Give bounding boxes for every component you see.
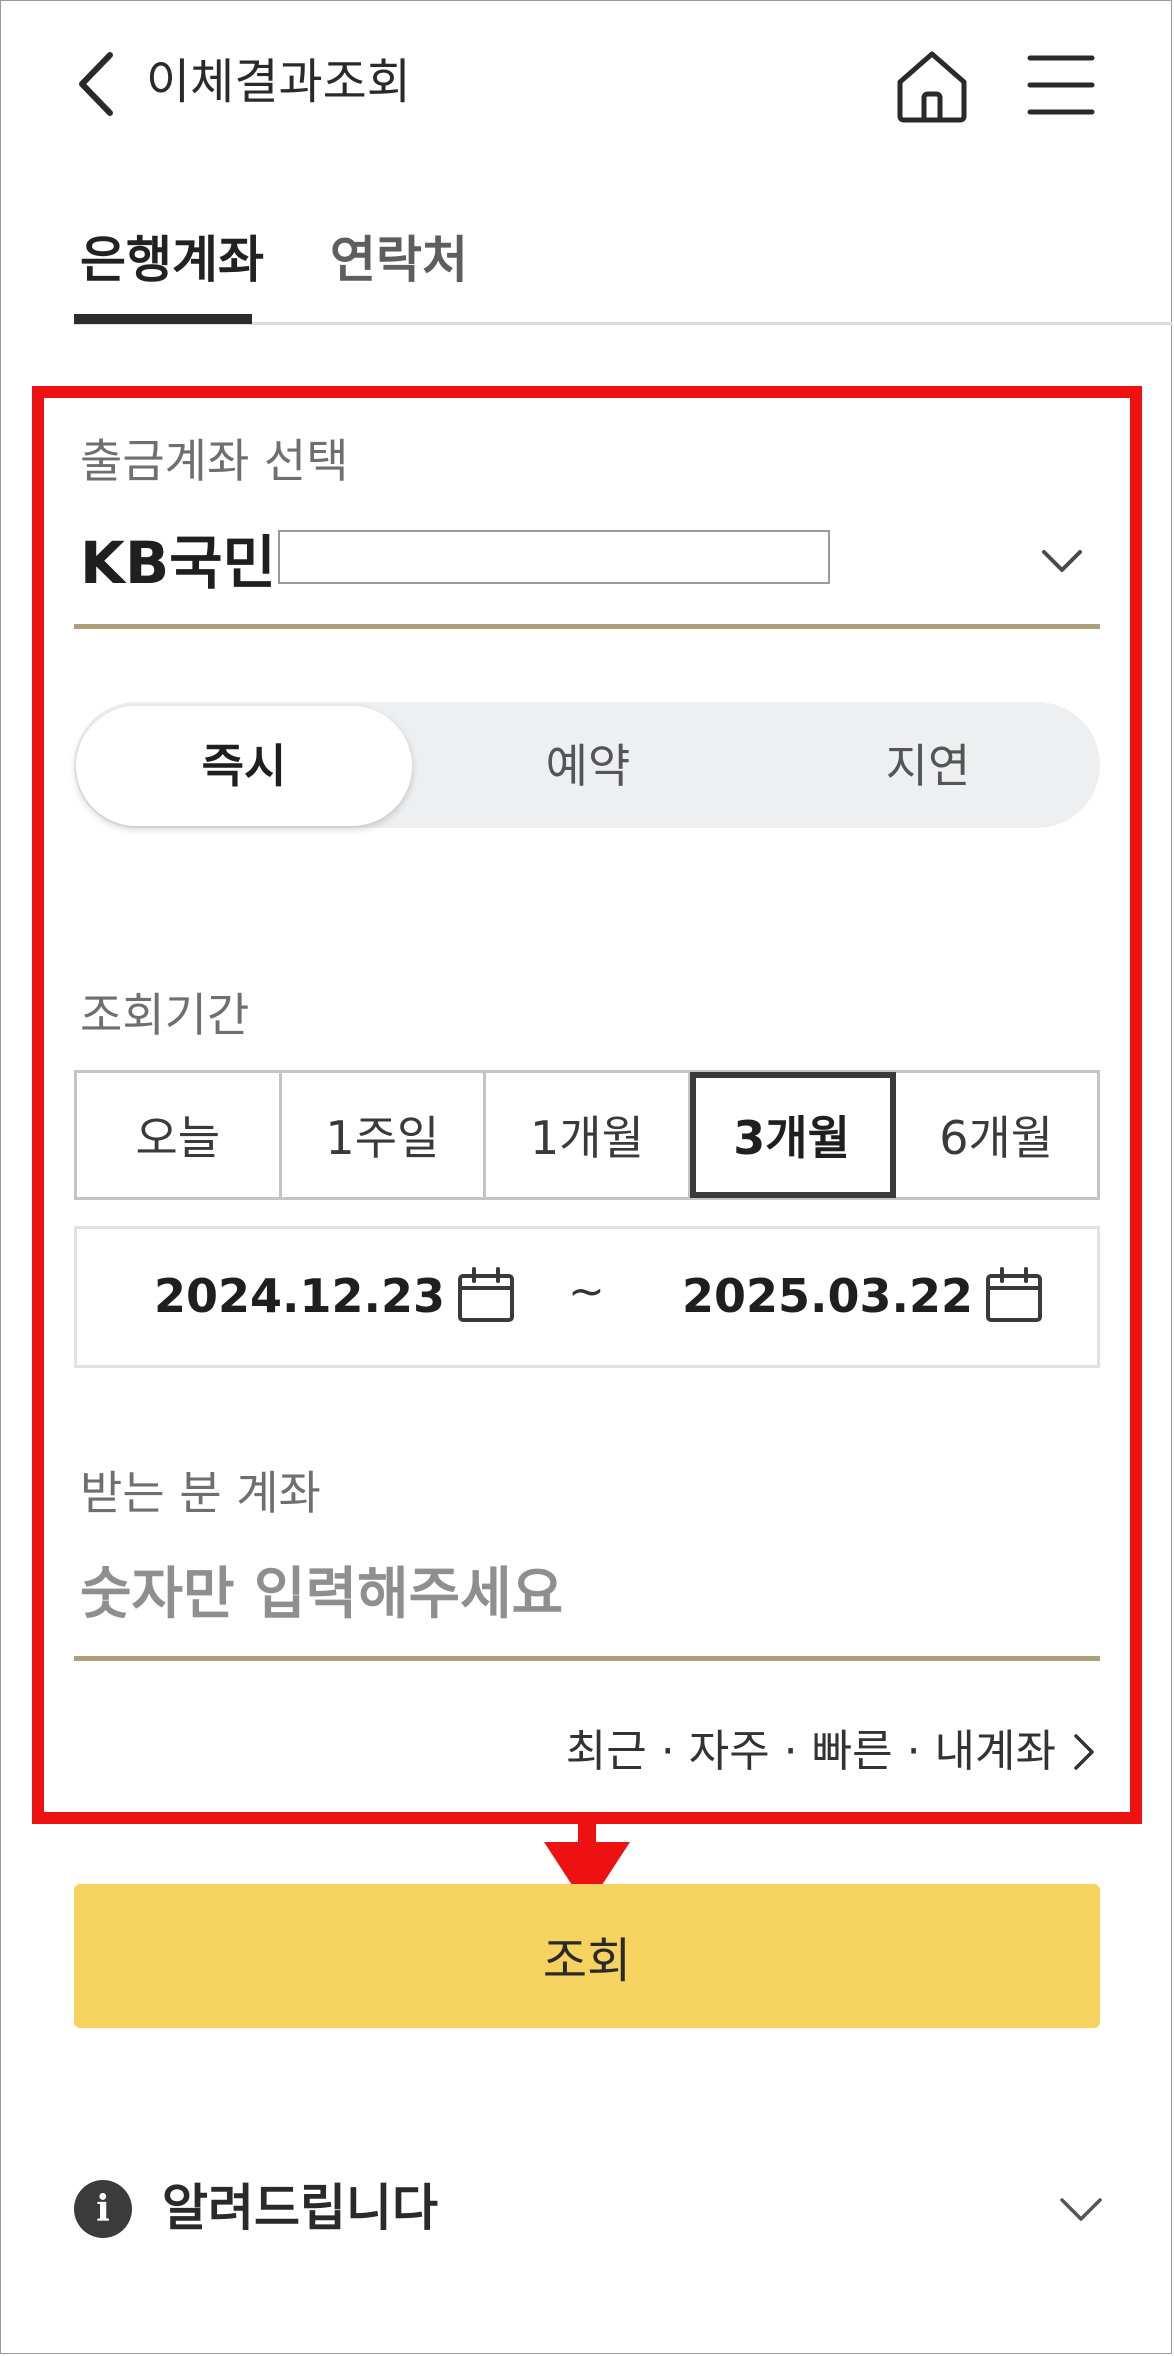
- tab-contacts[interactable]: 연락처: [330, 228, 468, 292]
- highlight-box: [32, 386, 1142, 1824]
- active-tab-indicator: [74, 314, 252, 324]
- home-icon: [897, 51, 967, 123]
- home-button[interactable]: [892, 46, 972, 126]
- page-title: 이체결과조회: [146, 54, 411, 110]
- notice-title[interactable]: 알려드립니다: [162, 2176, 438, 2240]
- search-button[interactable]: 조회: [74, 1884, 1100, 2028]
- menu-button[interactable]: [1024, 50, 1098, 120]
- back-button[interactable]: [66, 48, 126, 120]
- tab-bank-account[interactable]: 은행계좌: [80, 228, 264, 292]
- chevron-left-icon: [79, 52, 113, 116]
- info-icon: i: [74, 2180, 132, 2238]
- chevron-down-icon: [1060, 2198, 1102, 2221]
- hamburger-menu-icon: [1027, 55, 1095, 115]
- notice-expand-toggle[interactable]: [1056, 2190, 1106, 2230]
